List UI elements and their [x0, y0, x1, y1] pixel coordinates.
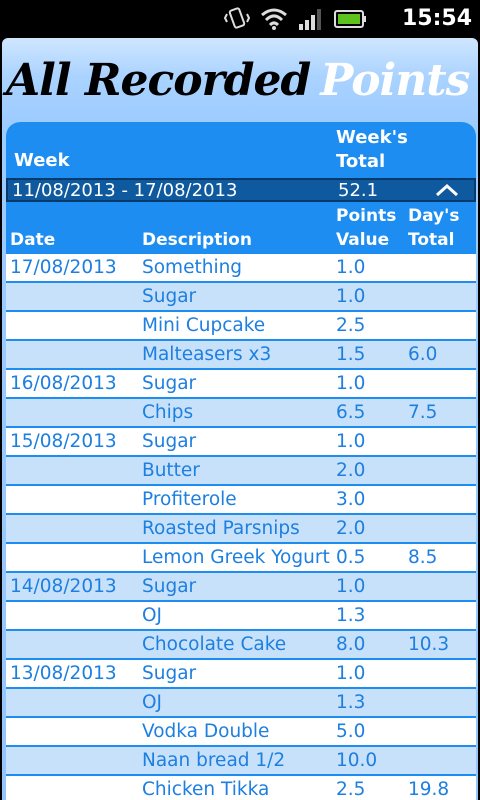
- date-column-header: Date: [10, 230, 56, 250]
- row-description: Sugar: [142, 431, 197, 452]
- row-description: Sugar: [142, 286, 197, 307]
- clock: 15:54: [401, 6, 472, 31]
- row-points: 1.0: [336, 663, 366, 684]
- week-range: 11/08/2013 - 17/08/2013: [12, 180, 238, 201]
- row-date: 16/08/2013: [10, 373, 117, 394]
- row-description: Malteasers x3: [142, 344, 272, 365]
- signal-icon: [299, 9, 321, 30]
- table-row[interactable]: Roasted Parsnips 2.0: [6, 515, 476, 544]
- row-description: Sugar: [142, 663, 197, 684]
- battery-icon: [334, 10, 366, 28]
- row-day-total: 8.5: [408, 547, 438, 568]
- row-day-total: 6.0: [408, 344, 438, 365]
- row-day-total: 10.3: [408, 634, 450, 655]
- row-description: Sugar: [142, 576, 197, 597]
- table-row[interactable]: 13/08/2013 Sugar 1.0: [6, 660, 476, 689]
- row-points: 6.5: [336, 402, 366, 423]
- row-points: 5.0: [336, 721, 366, 742]
- row-points: 1.0: [336, 257, 366, 278]
- title-part-2: Points: [320, 55, 470, 106]
- row-points: 2.0: [336, 460, 366, 481]
- week-header-row: Week Week's Total: [6, 122, 476, 178]
- row-points: 1.0: [336, 373, 366, 394]
- row-description: Mini Cupcake: [142, 315, 266, 336]
- row-points: 1.0: [336, 431, 366, 452]
- row-points: 2.5: [336, 779, 366, 800]
- row-points: 10.0: [336, 750, 378, 771]
- wifi-icon: [261, 8, 287, 30]
- app-screen: All Recorded Points Week Week's Total 11/0…: [2, 38, 478, 800]
- table-row[interactable]: Naan bread 1/2 10.0: [6, 747, 476, 776]
- table-row[interactable]: Profiterole 3.0: [6, 486, 476, 515]
- table-row[interactable]: Sugar 1.0: [6, 283, 476, 312]
- row-day-total: 7.5: [408, 402, 438, 423]
- table-row[interactable]: OJ 1.3: [6, 689, 476, 718]
- row-day-total: 19.8: [408, 779, 450, 800]
- table-row[interactable]: Chicken Tikka 2.5 19.8: [6, 776, 476, 800]
- table-row[interactable]: Butter 2.0: [6, 457, 476, 486]
- table-row[interactable]: Vodka Double 5.0: [6, 718, 476, 747]
- title-part-1: All Recorded: [6, 55, 311, 106]
- table-row[interactable]: Mini Cupcake 2.5: [6, 312, 476, 341]
- description-column-header: Description: [142, 230, 252, 250]
- day-total-column-header: Day's Total: [408, 206, 460, 250]
- row-date: 15/08/2013: [10, 431, 117, 452]
- weeks-total-column-header: Week's Total: [336, 127, 408, 172]
- table-row[interactable]: 16/08/2013 Sugar 1.0: [6, 370, 476, 399]
- status-icons: [224, 6, 368, 32]
- status-bar: 15:54: [0, 0, 480, 38]
- row-description: Lemon Greek Yogurt: [142, 547, 330, 568]
- collapse-chevron-icon[interactable]: [434, 180, 460, 200]
- row-points: 1.0: [336, 286, 366, 307]
- table-row[interactable]: Malteasers x3 1.5 6.0: [6, 341, 476, 370]
- week-total-value: 52.1: [338, 180, 379, 201]
- row-points: 1.5: [336, 344, 366, 365]
- row-points: 2.5: [336, 315, 366, 336]
- row-description: OJ: [142, 692, 163, 713]
- week-group-bar[interactable]: 11/08/2013 - 17/08/2013 52.1: [6, 178, 476, 202]
- row-description: Sugar: [142, 373, 197, 394]
- page-title: All Recorded Points: [6, 44, 476, 118]
- table-row[interactable]: 17/08/2013 Something 1.0: [6, 254, 476, 283]
- points-table: Week Week's Total 11/08/2013 - 17/08/2013…: [6, 122, 476, 800]
- row-date: 17/08/2013: [10, 257, 117, 278]
- table-row[interactable]: 15/08/2013 Sugar 1.0: [6, 428, 476, 457]
- row-description: OJ: [142, 605, 163, 626]
- table-row[interactable]: OJ 1.3: [6, 602, 476, 631]
- points-column-header: Points Value: [336, 206, 397, 250]
- vibrate-icon: [224, 7, 250, 29]
- row-points: 8.0: [336, 634, 366, 655]
- column-header-row: Date Description Points Value Day's Total: [6, 202, 476, 254]
- row-description: Profiterole: [142, 489, 237, 510]
- table-row[interactable]: Chips 6.5 7.5: [6, 399, 476, 428]
- row-points: 0.5: [336, 547, 366, 568]
- table-row[interactable]: 14/08/2013 Sugar 1.0: [6, 573, 476, 602]
- row-description: Something: [142, 257, 243, 278]
- row-description: Vodka Double: [142, 721, 270, 742]
- row-points: 1.0: [336, 576, 366, 597]
- week-column-header: Week: [14, 150, 70, 171]
- table-row[interactable]: Lemon Greek Yogurt 0.5 8.5: [6, 544, 476, 573]
- row-points: 1.3: [336, 605, 366, 626]
- row-date: 14/08/2013: [10, 576, 117, 597]
- row-date: 13/08/2013: [10, 663, 117, 684]
- table-body: 17/08/2013 Something 1.0 Sugar 1.0 Mini Cupca…: [6, 254, 476, 800]
- row-description: Chips: [142, 402, 194, 423]
- row-points: 2.0: [336, 518, 366, 539]
- row-description: Chocolate Cake: [142, 634, 287, 655]
- row-points: 1.3: [336, 692, 366, 713]
- row-description: Roasted Parsnips: [142, 518, 300, 539]
- row-description: Butter: [142, 460, 200, 481]
- row-points: 3.0: [336, 489, 366, 510]
- table-row[interactable]: Chocolate Cake 8.0 10.3: [6, 631, 476, 660]
- row-description: Naan bread 1/2: [142, 750, 286, 771]
- row-description: Chicken Tikka: [142, 779, 270, 800]
